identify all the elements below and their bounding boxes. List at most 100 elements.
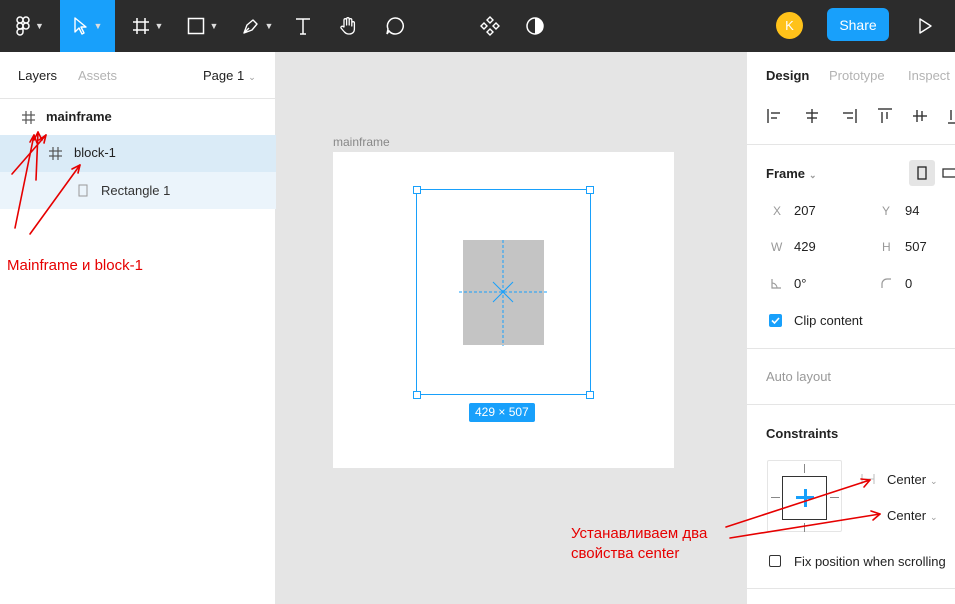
page-selector[interactable]: Page 1 ⌄ [203,68,256,83]
align-left-icon [767,109,780,123]
present-button[interactable] [910,0,940,52]
fix-position-label: Fix position when scrolling [794,554,946,569]
text-tool-button[interactable] [288,0,318,52]
portrait-toggle[interactable] [909,160,935,186]
toolbar: ▼ ▼ ▼ ▼ ▼ K Share [0,0,955,52]
figma-menu-icon [16,16,30,36]
shape-tool-button[interactable]: ▼ [180,0,225,52]
chevron-down-icon: ▼ [264,21,274,31]
h-input[interactable]: 507 [905,239,927,254]
tab-prototype[interactable]: Prototype [829,68,885,83]
pen-tool-button[interactable]: ▼ [235,0,280,52]
divider [747,144,955,145]
frame-tool-button[interactable]: ▼ [125,0,170,52]
rotation-icon [771,279,781,289]
hand-tool-button[interactable] [333,0,363,52]
w-label: W [771,240,783,254]
tab-layers[interactable]: Layers [18,68,57,83]
pen-tool-icon [242,19,258,34]
chevron-down-icon: ⌄ [930,476,938,486]
align-top-icon [878,108,892,123]
hand-tool-icon [340,17,356,35]
comment-tool-icon [386,17,404,35]
canvas[interactable]: mainframe 429 × 507 [277,52,746,604]
annotation-center-note-line1: Устанавливаем два [571,525,708,542]
constraint-center-v[interactable] [803,489,807,507]
x-input[interactable]: 207 [794,203,816,218]
shape-tool-icon [187,17,204,35]
frame-icon [49,147,62,160]
rotation-input[interactable]: 0° [794,276,806,291]
constraint-right-line[interactable] [830,497,839,498]
vertical-constraint-dropdown[interactable]: Center ⌄ [887,508,938,523]
move-tool-button[interactable]: ▼ [60,0,115,52]
layer-label: Rectangle 1 [101,183,171,198]
properties-panel: Design Prototype Inspect Frame ⌄ X 207 Y … [746,52,955,604]
checkmark-icon [771,317,780,325]
page-selector-label: Page 1 [203,68,245,83]
resize-handle[interactable] [413,186,421,194]
components-icon [480,16,500,36]
chevron-down-icon: ▼ [154,21,164,31]
chevron-down-icon: ⌄ [930,512,938,522]
share-button[interactable]: Share [827,8,889,41]
h-label: H [882,240,891,254]
horizontal-constraint-dropdown[interactable]: Center ⌄ [887,472,938,487]
center-constraint-guides [459,240,547,346]
size-badge: 429 × 507 [469,403,535,422]
frame-dropdown[interactable]: Frame ⌄ [766,166,817,181]
landscape-icon [942,168,955,178]
auto-layout-section[interactable]: Auto layout [766,369,831,384]
components-button[interactable] [475,0,505,52]
radius-input[interactable]: 0 [905,276,912,291]
comment-tool-button[interactable] [380,0,410,52]
align-bottom-icon [948,110,955,124]
align-center-v-icon [913,110,927,122]
layer-row-block-1[interactable]: block-1 [0,135,276,172]
constraint-bottom-line[interactable] [804,523,805,532]
constraints-widget[interactable] [767,460,842,532]
mask-button[interactable] [520,0,550,52]
clip-content-checkbox[interactable] [769,314,782,327]
frame-name-label[interactable]: mainframe [333,135,390,149]
annotation-center-note-line2: свойства center [571,545,680,562]
divider [747,404,955,405]
layer-row-rectangle-1[interactable]: Rectangle 1 [0,172,276,209]
chevron-down-icon: ▼ [35,21,44,31]
move-tool-icon [73,17,87,35]
clip-content-label: Clip content [794,313,863,328]
fix-position-checkbox[interactable] [769,555,781,567]
tab-inspect[interactable]: Inspect [908,68,950,83]
layers-panel: Layers Assets Page 1 ⌄ mainframe block-1 … [0,52,276,604]
tab-design[interactable]: Design [766,68,809,83]
mask-icon [526,17,544,35]
x-label: X [773,204,782,218]
corner-radius-icon [881,278,891,288]
frame-title: Frame [766,166,806,181]
frame-tool-icon [132,18,149,34]
alignment-toolbar[interactable] [767,108,955,126]
divider [747,588,955,589]
main-menu-button[interactable]: ▼ [0,0,60,52]
w-input[interactable]: 429 [794,239,816,254]
chevron-down-icon: ▼ [209,21,219,31]
vertical-constraint-value: Center [887,508,927,523]
frame-icon [22,111,35,124]
layer-label: block-1 [74,145,116,160]
constraint-top-line[interactable] [804,464,805,473]
y-input[interactable]: 94 [905,203,919,218]
layer-row-mainframe[interactable]: mainframe [0,99,276,136]
landscape-toggle[interactable] [942,160,955,186]
rectangle-icon [78,184,88,197]
tab-assets[interactable]: Assets [78,68,117,83]
constraints-title: Constraints [766,426,839,441]
chevron-down-icon: ⌄ [248,72,256,82]
divider [747,348,955,349]
avatar[interactable]: K [776,12,803,39]
resize-handle[interactable] [586,186,594,194]
resize-handle[interactable] [413,391,421,399]
resize-handle[interactable] [586,391,594,399]
horizontal-constraint-icon [861,474,875,484]
chevron-down-icon: ▼ [93,21,103,31]
constraint-left-line[interactable] [771,497,780,498]
